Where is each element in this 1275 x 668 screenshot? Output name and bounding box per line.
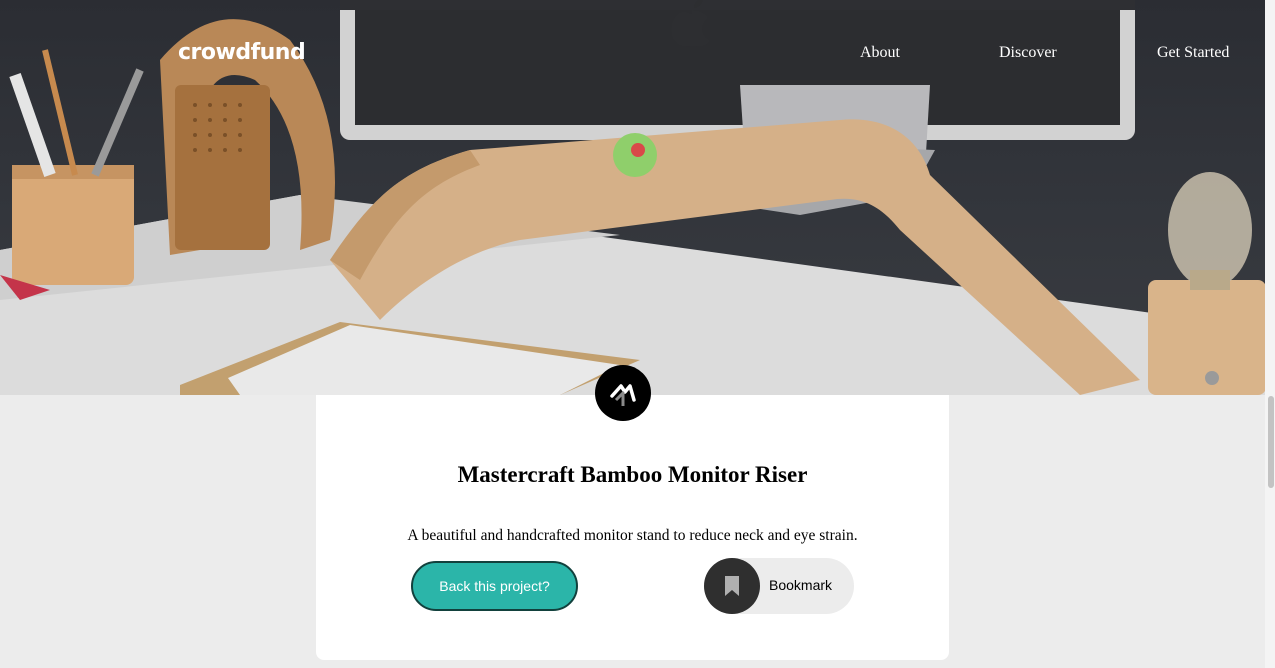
bookmark-icon-circle[interactable] [704,558,760,614]
bookmark-label: Bookmark [769,577,833,593]
hero-image: crowdfund About Discover Get Started [0,0,1275,395]
bookmark-button[interactable]: Bookmark [704,558,854,614]
nav-about[interactable]: About [860,44,900,62]
crowdfund-logo[interactable]: crowdfund [178,40,306,65]
bookmark-icon [725,576,739,596]
nav-discover[interactable]: Discover [999,44,1057,62]
back-project-button[interactable]: Back this project? [411,561,578,611]
mastercraft-logo-icon [595,365,651,421]
nav-get-started[interactable]: Get Started [1157,44,1229,62]
scrollbar-track[interactable] [1265,0,1275,668]
project-title: Mastercraft Bamboo Monitor Riser [457,462,808,487]
project-description: A beautiful and handcrafted monitor stan… [407,527,858,544]
scrollbar-thumb[interactable] [1268,396,1274,488]
